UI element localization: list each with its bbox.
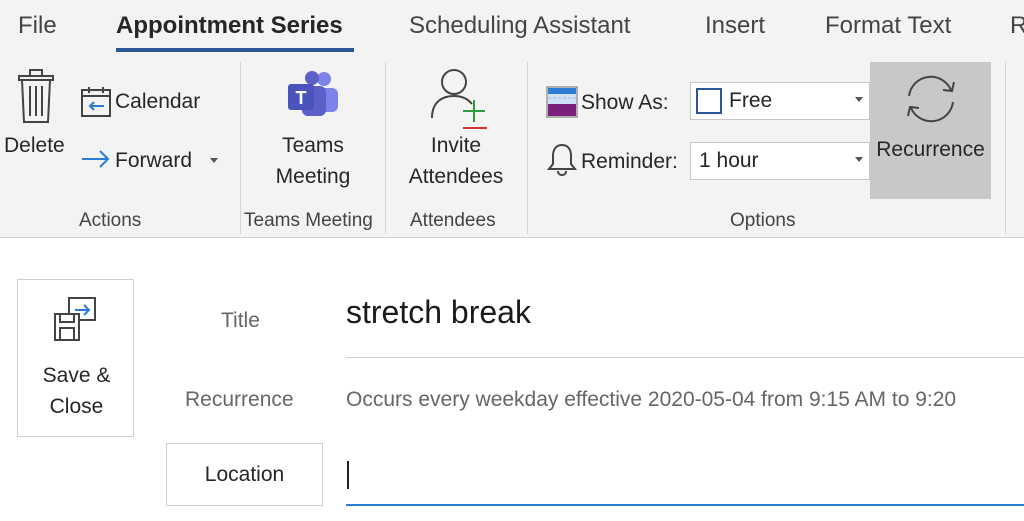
calendar-label: Calendar — [115, 90, 201, 113]
tab-insert[interactable]: Insert — [705, 12, 765, 40]
svg-text:T: T — [296, 88, 307, 108]
reminder-label: Reminder: — [581, 150, 678, 173]
tab-review-partial[interactable]: R — [1010, 12, 1024, 40]
tab-format-text[interactable]: Format Text — [825, 12, 951, 40]
show-as-dropdown[interactable]: Free — [690, 82, 870, 120]
group-label-attendees: Attendees — [410, 210, 496, 231]
text-cursor — [347, 461, 349, 489]
chevron-down-icon[interactable] — [210, 158, 218, 163]
chevron-down-icon — [855, 97, 863, 102]
ribbon: Delete Calendar Forward Actions T Teams — [0, 58, 1024, 238]
group-divider — [240, 62, 241, 234]
chevron-down-icon — [855, 157, 863, 162]
recurrence-description: Occurs every weekday effective 2020-05-0… — [346, 388, 957, 411]
show-as-icon — [546, 86, 578, 118]
calendar-icon — [81, 87, 111, 117]
forward-label: Forward — [115, 149, 193, 172]
show-as-label: Show As: — [581, 91, 669, 114]
group-label-teams-meeting: Teams Meeting — [244, 210, 373, 231]
save-close-label-line1: Save & — [42, 364, 111, 387]
bell-icon — [546, 143, 578, 176]
free-status-swatch — [696, 88, 722, 114]
group-label-actions: Actions — [79, 210, 142, 231]
show-as-value: Free — [729, 89, 773, 112]
teams-icon: T — [288, 71, 338, 116]
group-label-options: Options — [730, 210, 796, 231]
location-label: Location — [204, 463, 285, 486]
recurrence-icon — [907, 75, 955, 123]
tab-file[interactable]: File — [18, 12, 57, 40]
recurrence-label: Recurrence — [185, 388, 294, 411]
recurrence-button[interactable]: Recurrence — [870, 62, 991, 199]
group-divider — [527, 62, 528, 234]
teams-meeting-label-line1: Teams — [282, 134, 344, 157]
title-divider — [346, 357, 1024, 358]
location-button[interactable]: Location — [166, 443, 323, 506]
group-divider — [1005, 62, 1006, 234]
save-close-button[interactable]: Save & Close — [17, 279, 134, 437]
delete-label: Delete — [4, 134, 65, 157]
title-input[interactable]: stretch break — [346, 294, 531, 331]
location-input[interactable] — [346, 443, 1024, 506]
active-tab-indicator — [116, 48, 354, 52]
tab-appointment-series[interactable]: Appointment Series — [116, 12, 343, 40]
teams-meeting-label-line2: Meeting — [275, 165, 351, 188]
invite-attendees-label-line2: Attendees — [408, 165, 504, 188]
tab-scheduling-assistant[interactable]: Scheduling Assistant — [409, 12, 630, 40]
ribbon-tabs: File Appointment Series Scheduling Assis… — [0, 0, 1024, 58]
title-label: Title — [221, 309, 260, 332]
group-divider — [385, 62, 386, 234]
save-close-label-line2: Close — [49, 395, 104, 418]
reminder-value: 1 hour — [699, 149, 759, 172]
invite-attendees-icon — [431, 69, 487, 129]
save-close-icon — [54, 297, 96, 341]
reminder-dropdown[interactable]: 1 hour — [690, 142, 870, 180]
forward-arrow-icon — [82, 150, 110, 168]
invite-attendees-label-line1: Invite — [430, 134, 482, 157]
trash-icon — [18, 69, 54, 123]
recurrence-button-label: Recurrence — [876, 138, 985, 161]
